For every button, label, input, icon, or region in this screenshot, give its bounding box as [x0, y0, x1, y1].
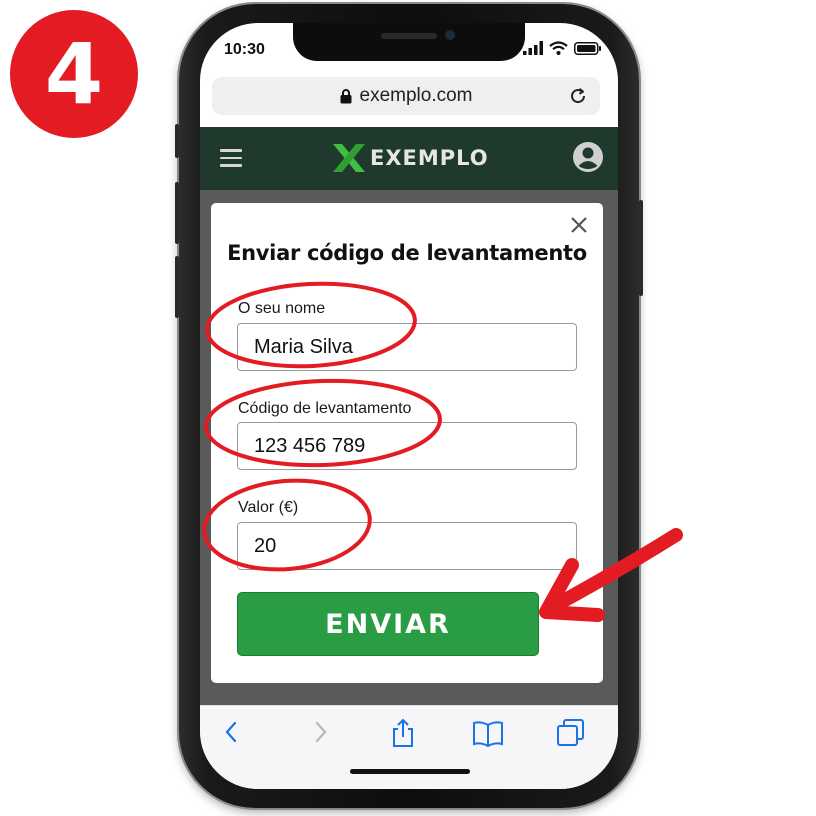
notch — [293, 23, 525, 61]
user-account-icon[interactable] — [572, 141, 604, 173]
reload-icon[interactable] — [568, 86, 588, 106]
volume-down-button — [175, 256, 179, 318]
amount-input[interactable]: 20 — [237, 522, 577, 570]
submit-button[interactable]: ENVIAR — [237, 592, 539, 656]
back-icon[interactable] — [220, 718, 244, 746]
withdrawal-code-modal: Enviar código de levantamento O seu nome… — [211, 203, 603, 683]
address-bar[interactable]: exemplo.com — [212, 77, 600, 115]
front-camera — [445, 30, 455, 40]
wifi-icon — [549, 41, 568, 55]
forward-icon[interactable] — [308, 718, 332, 746]
hamburger-menu-icon[interactable] — [220, 149, 242, 167]
browser-toolbar — [200, 705, 618, 789]
tabs-icon[interactable] — [556, 718, 586, 748]
withdrawal-code-input[interactable]: 123 456 789 — [237, 422, 577, 470]
close-icon[interactable] — [569, 215, 589, 235]
lock-icon — [340, 88, 351, 103]
name-label: O seu nome — [238, 300, 326, 317]
signal-icon — [523, 41, 543, 55]
name-input[interactable]: Maria Silva — [237, 323, 577, 371]
silent-switch — [175, 124, 179, 158]
bookmarks-icon[interactable] — [472, 718, 504, 748]
power-button — [639, 200, 643, 296]
brand-logo[interactable]: EXEMPLO — [332, 143, 489, 173]
amount-label: Valor (€) — [238, 499, 299, 516]
home-indicator — [350, 769, 470, 774]
step-number-badge: 4 — [10, 10, 138, 138]
x-logo-icon — [333, 144, 365, 172]
battery-icon — [574, 41, 601, 55]
phone-screen: 10:30 exemplo.com EXEMPLO Enviar código … — [200, 23, 618, 789]
status-icons — [523, 41, 602, 55]
share-icon[interactable] — [390, 718, 416, 748]
url-text: exemplo.com — [359, 85, 473, 106]
site-header: EXEMPLO — [200, 127, 618, 190]
modal-title: Enviar código de levantamento — [227, 241, 587, 265]
withdrawal-code-label: Código de levantamento — [238, 400, 412, 417]
status-time: 10:30 — [224, 41, 265, 58]
volume-up-button — [175, 182, 179, 244]
brand-name: EXEMPLO — [370, 146, 489, 170]
phone-frame: 10:30 exemplo.com EXEMPLO Enviar código … — [175, 4, 643, 808]
speaker — [381, 33, 437, 39]
